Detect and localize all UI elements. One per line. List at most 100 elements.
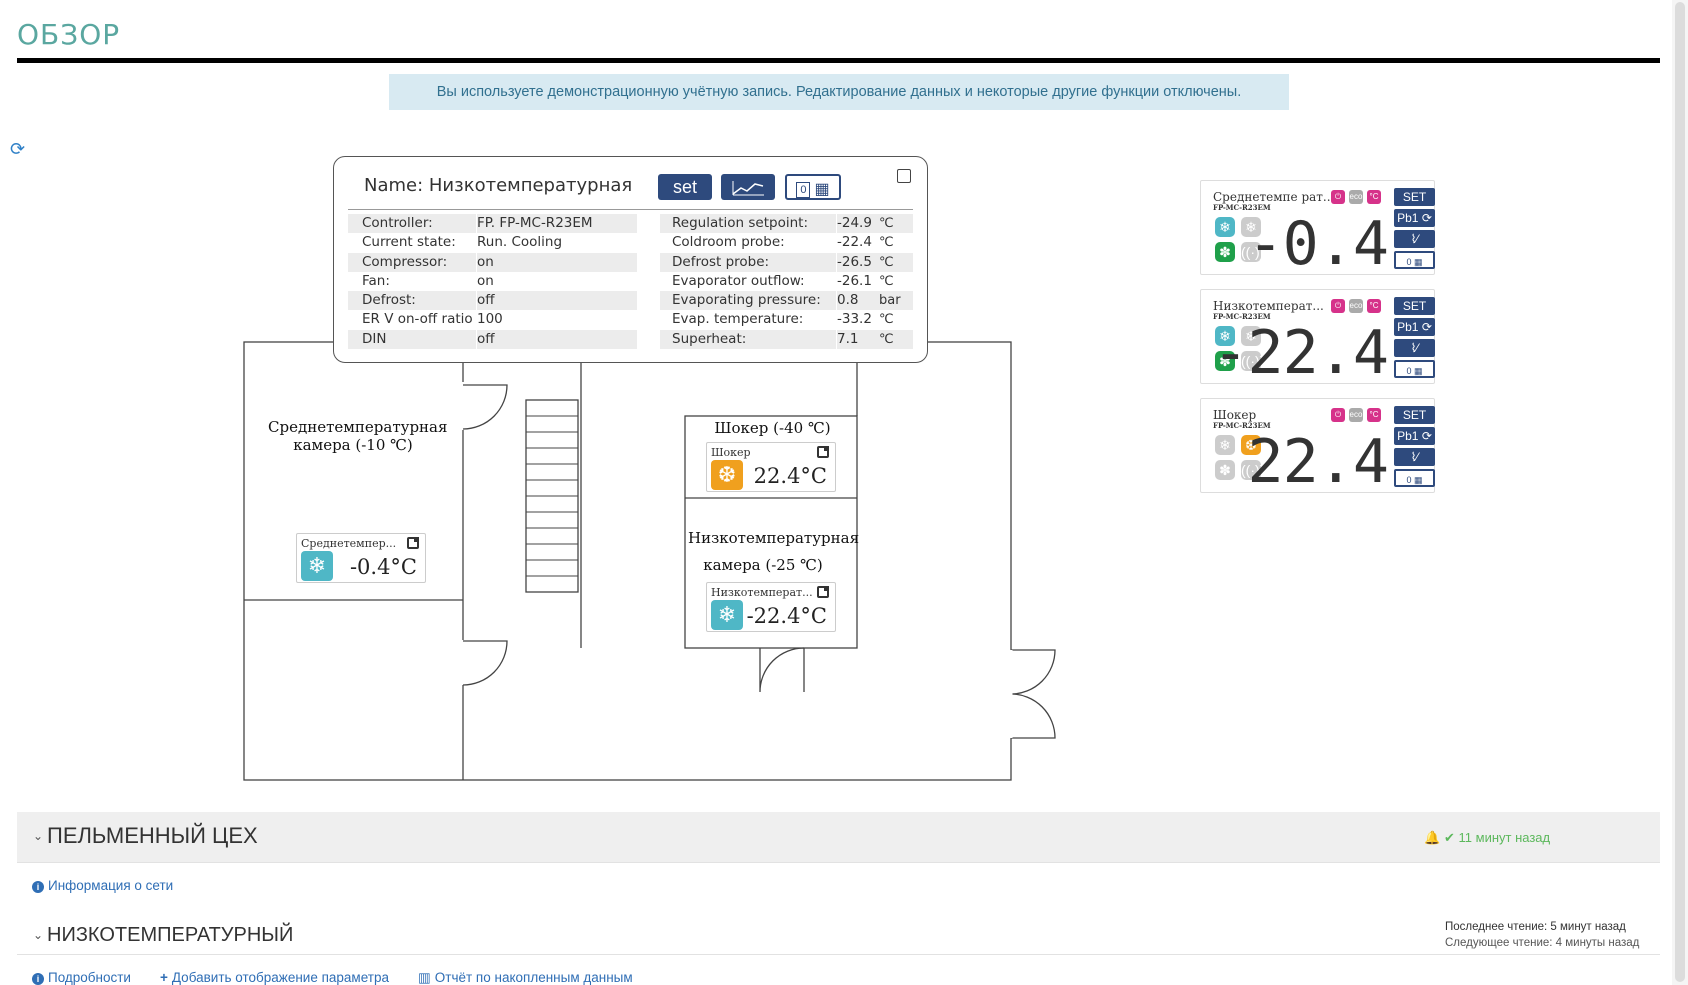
row-unit: ℃ [879,254,894,270]
room-shocker-label: Шокер (-40 ℃) [714,419,831,437]
table-row: Current state: Run. Cooling [348,233,637,253]
calendar-button[interactable]: 0 ▦ [1394,251,1435,269]
row-key: Defrost: [362,292,416,309]
details-link[interactable]: i Подробности [32,970,131,985]
chevron-down-icon[interactable]: ⌄ [33,829,43,843]
device-panel-medium: Среднетемпе рат... FP-MC-R23EM ⏻ eco °C … [1200,180,1435,275]
row-unit: ℃ [879,235,894,251]
room-low-line1: Низкотемпературная [688,529,860,547]
table-row: ER V on-off ratio 100 [348,310,637,330]
table-row: DIN off [348,329,637,350]
section-header-pelmeni[interactable]: ⌄ ПЕЛЬМЕННЫЙ ЦЕХ [17,812,1660,863]
table-row: Defrost probe: -26.5 ℃ [660,252,913,272]
sensor-widget-low[interactable]: Низкотемперат... ❄ -22.4°C [706,582,836,632]
door [1010,693,1056,739]
table-row: Evap. temperature: -33.2 ℃ [660,310,913,330]
calendar-icon: ▦ [1414,257,1423,267]
row-unit: bar [879,293,901,309]
celsius-indicator: °C [1367,408,1381,422]
calendar-icon: ▦ [1414,475,1423,485]
sensor-temp: -22.4°C [746,604,827,628]
row-key: Coldroom probe: [672,234,785,251]
probe-label: Pb1 [1397,429,1419,443]
calendar-count: 0 [796,181,811,198]
calendar-count: 0 [1406,257,1412,267]
row-value: FP. FP-MC-R23EM [476,214,593,233]
row-key: Superheat: [672,330,747,347]
row-value: on [476,252,494,272]
room-medium-line2: камера (-10 ℃) [293,436,413,454]
probe-select-button[interactable]: Pb1 ⟳ [1394,209,1435,227]
report-label: Отчёт по накопленным данным [434,970,633,985]
chart-button[interactable] [721,174,775,200]
read-times: Последнее чтение: 5 минут назад Следующе… [1445,919,1639,951]
chevron-down-icon[interactable]: ⌄ [33,928,43,942]
eco-indicator: eco [1349,299,1363,313]
info-icon: i [32,973,44,985]
row-unit: ℃ [879,273,894,289]
probe-label: Pb1 [1397,211,1419,225]
set-button[interactable]: SET [1394,188,1435,206]
snowflake-icon: ❄ [711,600,743,630]
room-medium-line1: Среднетемпературная [268,418,448,436]
last-read: Последнее чтение: 5 минут назад [1445,921,1626,933]
last-update-status: ✔ 11 минут назад [1444,830,1550,846]
section-title: ПЕЛЬМЕННЫЙ ЦЕХ [47,823,258,848]
row-key: Compressor: [362,253,448,270]
celsius-indicator: °C [1367,190,1381,204]
row-value: -24.9 [836,214,872,233]
calendar-button[interactable]: 0 ▦ [1394,360,1435,378]
sensor-name: Шокер [711,446,751,459]
set-button[interactable]: SET [1394,406,1435,424]
probe-select-button[interactable]: Pb1 ⟳ [1394,427,1435,445]
fan-off-icon: ✽ [1215,460,1235,480]
table-row: Coldroom probe: -22.4 ℃ [660,233,913,253]
table-row: Regulation setpoint: -24.9 ℃ [660,214,913,234]
calendar-button[interactable]: 0 ▦ [785,174,841,200]
add-parameter-link[interactable]: + Добавить отображение параметра [160,970,389,985]
open-window-icon[interactable] [817,586,829,598]
section-header-low[interactable]: ⌄ НИЗКОТЕМПЕРАТУРНЫЙ [17,912,1660,955]
calendar-icon: ▦ [1414,366,1423,376]
power-icon: ⏻ [1331,408,1345,422]
row-key: ER V on-off ratio [362,311,473,328]
sensor-widget-medium[interactable]: Среднетемпер... ❄ -0.4°C [296,533,426,583]
eco-indicator: eco [1349,408,1363,422]
chart-button[interactable]: ⌇⁄ [1394,230,1435,248]
chart-button[interactable]: ⌇⁄ [1394,448,1435,466]
row-value: -26.1 [836,271,872,291]
table-row: Controller: FP. FP-MC-R23EM [348,214,637,234]
row-key: Regulation setpoint: [672,215,808,231]
door [759,647,805,693]
row-key: DIN [362,330,387,347]
set-button[interactable]: SET [1394,297,1435,315]
open-details-icon[interactable] [897,169,911,183]
bell-icon[interactable]: 🔔 [1424,830,1440,845]
report-link[interactable]: ▥ Отчёт по накопленным данным [418,970,633,985]
row-key: Evaporating pressure: [672,292,821,309]
room-low-line2: камера (-25 ℃) [703,556,823,574]
network-info-label: Информация о сети [48,878,174,893]
sensor-name: Среднетемпер... [301,537,397,550]
device-panel-shocker: Шокер FP-MC-R23EM ⏻ eco °C SET Pb1 ⟳ ⌇⁄ … [1200,398,1435,493]
calendar-button[interactable]: 0 ▦ [1394,469,1435,487]
table-row: Superheat: 7.1 ℃ [660,329,913,350]
scrollbar-thumb[interactable] [1675,2,1685,982]
celsius-indicator: °C [1367,299,1381,313]
sensor-widget-shocker[interactable]: Шокер ❆ 22.4°C [706,442,836,492]
popup-divider [348,209,913,210]
popup-left-table: Controller: FP. FP-MC-R23EM Current state… [348,214,637,350]
info-icon: i [32,881,44,893]
row-key: Fan: [362,272,390,289]
row-value: -26.5 [836,252,872,272]
chart-button[interactable]: ⌇⁄ [1394,339,1435,357]
chart-icon: ⌇⁄ [1410,232,1419,246]
probe-select-button[interactable]: Pb1 ⟳ [1394,318,1435,336]
room-medium-label: Среднетемпературная камера (-10 ℃) [268,418,448,454]
row-unit: ℃ [879,312,894,328]
network-info-link[interactable]: i Информация о сети [32,878,173,893]
set-button[interactable]: set [658,174,712,200]
table-row: Evaporating pressure: 0.8 bar [660,291,913,311]
open-window-icon[interactable] [817,446,829,458]
open-window-icon[interactable] [407,537,419,549]
